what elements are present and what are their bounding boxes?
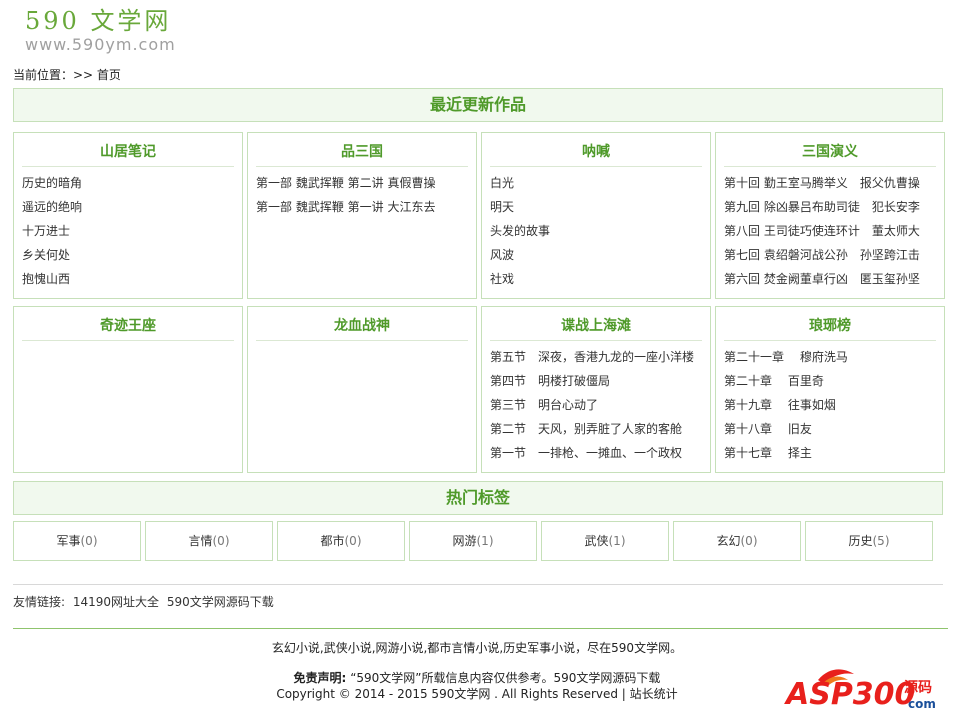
chapter-link[interactable]: 第五节 深夜，香港九龙的一座小洋楼 [490, 345, 702, 369]
book-title[interactable]: 品三国 [256, 133, 468, 167]
chapter-link[interactable]: 白光 [490, 171, 702, 195]
tag-name: 网游 [452, 534, 477, 548]
book-title[interactable]: 三国演义 [724, 133, 936, 167]
site-logo[interactable]: 590 文学网 www.590ym.com [25, 6, 176, 54]
friend-links-label: 友情链接: [13, 595, 66, 609]
chapter-link[interactable]: 第二节 天风，别弄脏了人家的客舱 [490, 417, 702, 441]
asp300-logo: ASP300 源码 com [784, 669, 936, 712]
tag-name: 历史 [848, 534, 873, 548]
tag-name: 玄幻 [716, 534, 741, 548]
chapter-link[interactable]: 第九回 除凶暴吕布助司徒 犯长安李 [724, 195, 936, 219]
book-card: 龙血战神 [247, 306, 477, 473]
book-card: 呐喊白光 明天 头发的故事 风波 社戏 [481, 132, 711, 299]
tag-3[interactable]: 都市(0) [277, 521, 405, 561]
chapter-list: 第十回 勤王室马腾举义 报父仇曹操 第九回 除凶暴吕布助司徒 犯长安李 第八回 王司… [724, 171, 936, 291]
recent-updates-heading: 最近更新作品 [13, 88, 943, 122]
tag-5[interactable]: 武侠(1) [541, 521, 669, 561]
footer-keywords: 玄幻小说,武侠小说,网游小说,都市言情小说,历史军事小说，尽在590文学网。 [271, 641, 683, 655]
chapter-link[interactable]: 第二十章 百里奇 [724, 369, 936, 393]
breadcrumb[interactable]: 当前位置：>> 首页 [13, 66, 121, 83]
badge-sub: 源码 [904, 679, 932, 696]
book-title[interactable]: 奇迹王座 [22, 307, 234, 341]
tag-4[interactable]: 网游(1) [409, 521, 537, 561]
chapter-link[interactable]: 头发的故事 [490, 219, 702, 243]
disclaimer-text[interactable]: “590文学网”所载信息内容仅供参考。590文学网源码下载 [350, 671, 660, 685]
book-title[interactable]: 谍战上海滩 [490, 307, 702, 341]
chapter-link[interactable]: 第十九章 往事如烟 [724, 393, 936, 417]
chapter-link[interactable]: 乡关何处 [22, 243, 234, 267]
tag-count: (0) [80, 534, 98, 548]
chapter-link[interactable]: 第八回 王司徒巧使连环计 董太师大 [724, 219, 936, 243]
chapter-list: 第一部 魏武挥鞭 第二讲 真假曹操 第一部 魏武挥鞭 第一讲 大江东去 [256, 171, 468, 219]
chapter-link[interactable]: 第六回 焚金阙董卓行凶 匿玉玺孙坚 [724, 267, 936, 291]
badge-domain: com [908, 697, 936, 711]
chapter-link[interactable]: 第七回 袁绍磐河战公孙 孙坚跨江击 [724, 243, 936, 267]
tag-name: 武侠 [584, 534, 609, 548]
chapter-link[interactable]: 第一部 魏武挥鞭 第二讲 真假曹操 [256, 171, 468, 195]
chapter-link[interactable]: 第二十一章 穆府洗马 [724, 345, 936, 369]
tag-name: 言情 [188, 534, 213, 548]
chapter-link[interactable]: 遥远的绝响 [22, 195, 234, 219]
chapter-list: 白光 明天 头发的故事 风波 社戏 [490, 171, 702, 291]
book-title[interactable]: 呐喊 [490, 133, 702, 167]
book-title[interactable]: 琅琊榜 [724, 307, 936, 341]
tag-count: (0) [740, 534, 758, 548]
book-card: 谍战上海滩第五节 深夜，香港九龙的一座小洋楼 第四节 明楼打破僵局 第三节 明台心动… [481, 306, 711, 473]
tag-1[interactable]: 军事(0) [13, 521, 141, 561]
hot-tags-list: 军事(0) 言情(0) 都市(0) 网游(1) 武侠(1) 玄幻(0) 历史(5) [13, 521, 933, 561]
chapter-list: 历史的暗角 遥远的绝响 十万进士 乡关何处 抱愧山西 [22, 171, 234, 291]
logo-title: 590 文学网 [25, 7, 172, 35]
tag-count: (1) [608, 534, 626, 548]
tag-2[interactable]: 言情(0) [145, 521, 273, 561]
book-card: 琅琊榜第二十一章 穆府洗马 第二十章 百里奇 第十九章 往事如烟 第十八章 旧友 第十七… [715, 306, 945, 473]
book-title[interactable]: 山居笔记 [22, 133, 234, 167]
chapter-link[interactable]: 历史的暗角 [22, 171, 234, 195]
chapter-list: 第五节 深夜，香港九龙的一座小洋楼 第四节 明楼打破僵局 第三节 明台心动了 第二节 … [490, 345, 702, 465]
chapter-link[interactable]: 第十八章 旧友 [724, 417, 936, 441]
tag-6[interactable]: 玄幻(0) [673, 521, 801, 561]
chapter-link[interactable]: 风波 [490, 243, 702, 267]
chapter-link[interactable]: 第四节 明楼打破僵局 [490, 369, 702, 393]
book-card: 奇迹王座 [13, 306, 243, 473]
disclaimer-label: 免责声明: [293, 671, 347, 685]
chapter-link[interactable]: 抱愧山西 [22, 267, 234, 291]
chapter-link[interactable]: 第一部 魏武挥鞭 第一讲 大江东去 [256, 195, 468, 219]
recent-cards-row-1: 山居笔记 历史的暗角 遥远的绝响 十万进士 乡关何处 抱愧山西 品三国 第一部 魏武挥鞭 第二… [13, 132, 945, 299]
tag-7[interactable]: 历史(5) [805, 521, 933, 561]
logo-url: www.590ym.com [25, 35, 176, 54]
footer-divider [13, 628, 948, 629]
book-card: 三国演义第十回 勤王室马腾举义 报父仇曹操 第九回 除凶暴吕布助司徒 犯长安李 第八… [715, 132, 945, 299]
hot-tags-heading: 热门标签 [13, 481, 943, 515]
friend-link-1[interactable]: 14190网址大全 [73, 595, 159, 609]
friend-links: 友情链接: 14190网址大全 590文学网源码下载 [13, 593, 274, 610]
book-card: 山居笔记历史的暗角 遥远的绝响 十万进士 乡关何处 抱愧山西 [13, 132, 243, 299]
tag-count: (0) [212, 534, 230, 548]
book-title[interactable]: 龙血战神 [256, 307, 468, 341]
chapter-link[interactable]: 第十回 勤王室马腾举义 报父仇曹操 [724, 171, 936, 195]
book-card: 品三国第一部 魏武挥鞭 第二讲 真假曹操 第一部 魏武挥鞭 第一讲 大江东去 [247, 132, 477, 299]
tag-name: 都市 [320, 534, 345, 548]
chapter-link[interactable]: 社戏 [490, 267, 702, 291]
chapter-link[interactable]: 第一节 一排枪、一摊血、一个政权 [490, 441, 702, 465]
chapter-link[interactable]: 第十七章 择主 [724, 441, 936, 465]
friend-link-2[interactable]: 590文学网源码下载 [167, 595, 274, 609]
tag-count: (1) [476, 534, 494, 548]
chapter-link[interactable]: 十万进士 [22, 219, 234, 243]
tag-count: (5) [872, 534, 890, 548]
tag-count: (0) [344, 534, 362, 548]
recent-cards-row-2: 奇迹王座 龙血战神 谍战上海滩第五节 深夜，香港九龙的一座小洋楼 第四节 明楼打破僵局… [13, 306, 945, 473]
chapter-list: 第二十一章 穆府洗马 第二十章 百里奇 第十九章 往事如烟 第十八章 旧友 第十七章 择… [724, 345, 936, 465]
divider [13, 584, 943, 585]
badge-text: ASP300 [784, 677, 915, 712]
chapter-link[interactable]: 明天 [490, 195, 702, 219]
tag-name: 军事 [56, 534, 81, 548]
chapter-link[interactable]: 第三节 明台心动了 [490, 393, 702, 417]
